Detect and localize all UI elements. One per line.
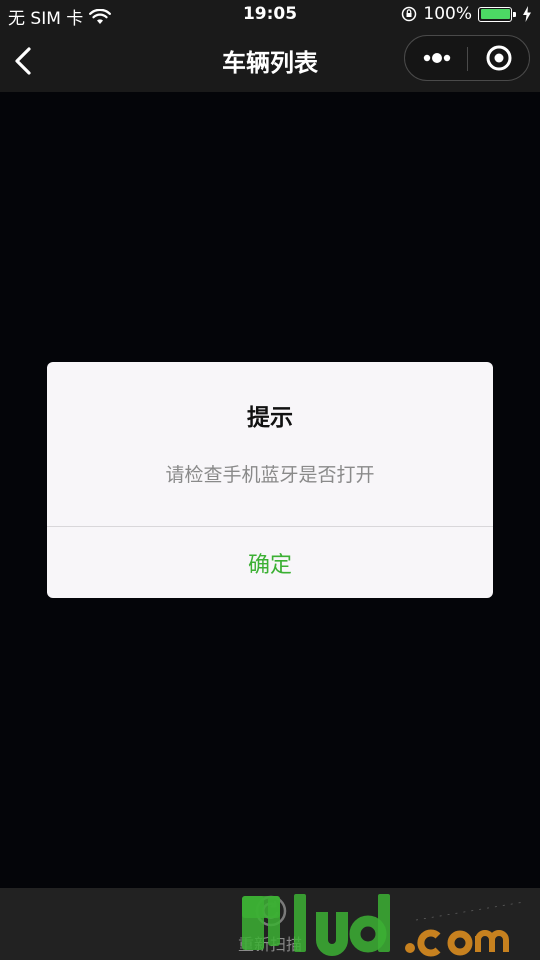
screen: 无 SIM 卡 19:05 100% 车辆列表 提示 请检查手机蓝牙是否打开 确…: [0, 0, 540, 960]
orientation-lock-icon: [402, 6, 417, 22]
more-dots-icon: [423, 53, 451, 63]
confirm-button[interactable]: 确定: [47, 527, 493, 598]
close-miniprogram-button[interactable]: [468, 36, 530, 80]
more-button[interactable]: [405, 36, 467, 80]
rescan-button[interactable]: 重新扫描: [0, 931, 540, 955]
capsule-menu: [404, 35, 530, 81]
battery-icon: [478, 6, 516, 22]
bottom-bar: 重新扫描: [0, 888, 540, 960]
status-right: 100%: [401, 4, 532, 24]
dialog-message: 请检查手机蓝牙是否打开: [165, 464, 375, 486]
nav-bar: 车辆列表: [0, 30, 540, 92]
dialog-title: 提示: [247, 405, 293, 431]
target-circle-icon: [486, 45, 512, 71]
rescan-icon[interactable]: [254, 894, 288, 928]
status-bar: 无 SIM 卡 19:05 100%: [0, 0, 540, 30]
battery-percent: 100%: [423, 4, 472, 24]
alert-dialog: 提示 请检查手机蓝牙是否打开 确定: [47, 362, 493, 598]
battery-level: [480, 9, 510, 19]
charging-bolt-icon: [523, 6, 531, 22]
